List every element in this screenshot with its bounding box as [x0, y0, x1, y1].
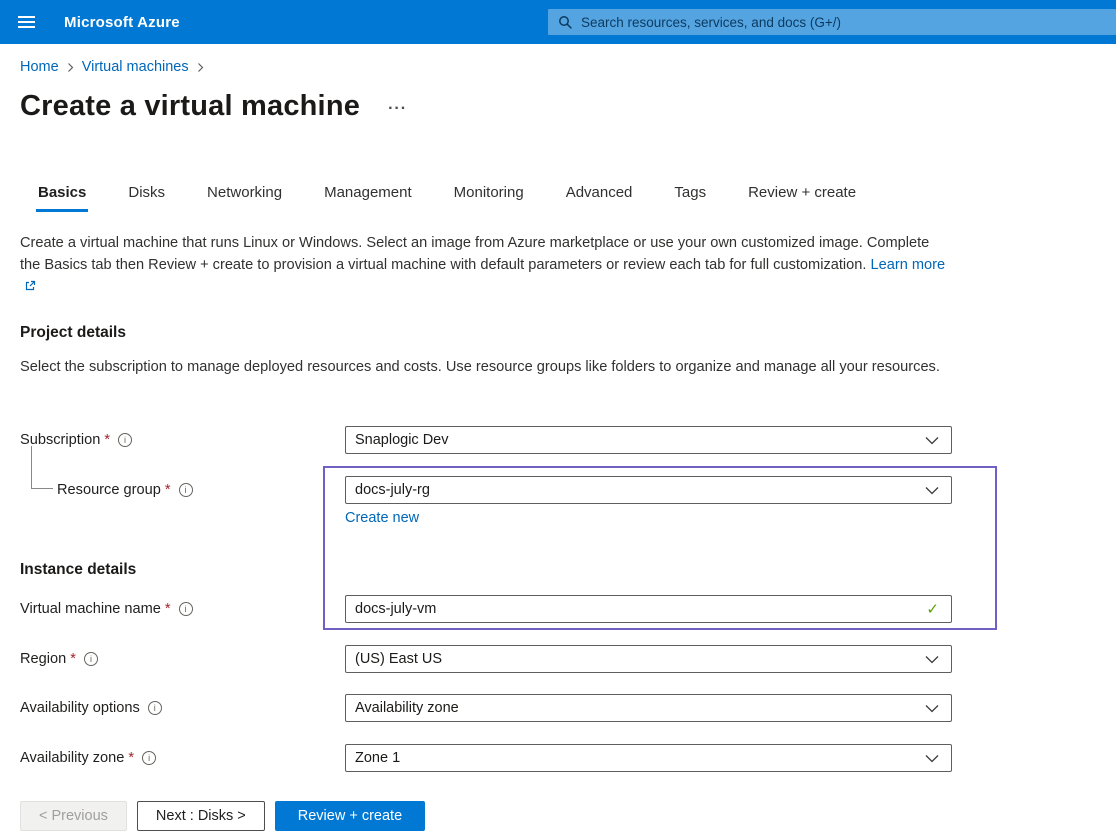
- subscription-field-col: Snaplogic Dev: [345, 426, 952, 454]
- availability-zone-field-col: Zone 1: [345, 744, 952, 772]
- brand-title: Microsoft Azure: [64, 14, 180, 31]
- project-details-heading: Project details: [20, 324, 126, 342]
- next-disks-button[interactable]: Next : Disks >: [137, 801, 265, 831]
- required-asterisk: *: [104, 432, 110, 448]
- info-icon[interactable]: i: [179, 602, 193, 616]
- subscription-row: Subscription * i Snaplogic Dev: [20, 426, 952, 454]
- tab-networking[interactable]: Networking: [205, 184, 284, 212]
- wizard-tabs: Basics Disks Networking Management Monit…: [36, 184, 858, 212]
- main-content: Home Virtual machines Create a virtual m…: [0, 44, 1116, 840]
- tab-review-create[interactable]: Review + create: [746, 184, 858, 212]
- vm-name-label: Virtual machine name * i: [20, 601, 345, 617]
- vm-name-field: ✓: [345, 595, 952, 623]
- instance-details-heading: Instance details: [20, 561, 136, 579]
- tab-basics[interactable]: Basics: [36, 184, 88, 212]
- tab-management[interactable]: Management: [322, 184, 414, 212]
- chevron-down-icon: [925, 655, 939, 664]
- tab-tags[interactable]: Tags: [672, 184, 708, 212]
- resource-group-label-text: Resource group: [57, 482, 161, 498]
- info-icon[interactable]: i: [179, 483, 193, 497]
- availability-options-label: Availability options i: [20, 700, 345, 716]
- resource-group-field-col: docs-july-rg: [345, 476, 952, 504]
- availability-options-select-value: Availability zone: [355, 700, 459, 716]
- search-input[interactable]: [581, 15, 1106, 30]
- required-asterisk: *: [70, 651, 76, 667]
- chevron-down-icon: [925, 704, 939, 713]
- intro-text: Create a virtual machine that runs Linux…: [20, 232, 950, 299]
- create-new-link[interactable]: Create new: [345, 510, 419, 526]
- subscription-select[interactable]: Snaplogic Dev: [345, 426, 952, 454]
- previous-button[interactable]: < Previous: [20, 801, 127, 831]
- chevron-down-icon: [925, 436, 939, 445]
- chevron-down-icon: [925, 486, 939, 495]
- chevron-right-icon: [197, 62, 204, 73]
- wizard-footer: < Previous Next : Disks > Review + creat…: [20, 801, 425, 831]
- resource-group-label: Resource group * i: [20, 482, 345, 498]
- vm-name-input[interactable]: [355, 601, 926, 617]
- required-asterisk: *: [165, 601, 171, 617]
- chevron-down-icon: [925, 754, 939, 763]
- info-icon[interactable]: i: [142, 751, 156, 765]
- info-icon[interactable]: i: [84, 652, 98, 666]
- availability-zone-select[interactable]: Zone 1: [345, 744, 952, 772]
- tab-monitoring[interactable]: Monitoring: [452, 184, 526, 212]
- vm-name-field-col: ✓: [345, 595, 952, 623]
- vm-name-row: Virtual machine name * i ✓: [20, 595, 952, 623]
- title-ellipsis: ···: [388, 100, 407, 123]
- availability-options-field-col: Availability zone: [345, 694, 952, 722]
- vm-name-label-text: Virtual machine name: [20, 601, 161, 617]
- breadcrumb: Home Virtual machines: [20, 59, 204, 75]
- region-select[interactable]: (US) East US: [345, 645, 952, 673]
- review-create-button[interactable]: Review + create: [275, 801, 425, 831]
- region-label: Region * i: [20, 651, 345, 667]
- learn-more-link[interactable]: Learn more: [871, 257, 946, 273]
- project-details-description: Select the subscription to manage deploy…: [20, 356, 950, 378]
- menu-button[interactable]: [0, 0, 52, 44]
- breadcrumb-virtual-machines[interactable]: Virtual machines: [82, 59, 189, 75]
- title-row: Create a virtual machine ···: [20, 90, 407, 123]
- azure-top-bar: Microsoft Azure: [0, 0, 1116, 44]
- subscription-label: Subscription * i: [20, 432, 345, 448]
- availability-options-label-text: Availability options: [20, 700, 140, 716]
- availability-zone-label: Availability zone * i: [20, 750, 345, 766]
- tab-disks[interactable]: Disks: [126, 184, 167, 212]
- required-asterisk: *: [128, 750, 134, 766]
- tab-advanced[interactable]: Advanced: [564, 184, 635, 212]
- intro-text-body: Create a virtual machine that runs Linux…: [20, 235, 929, 273]
- availability-zone-row: Availability zone * i Zone 1: [20, 744, 952, 772]
- external-link-icon: [24, 277, 36, 299]
- info-icon[interactable]: i: [148, 701, 162, 715]
- availability-zone-label-text: Availability zone: [20, 750, 124, 766]
- search-icon: [558, 15, 573, 30]
- page-title: Create a virtual machine: [20, 90, 360, 123]
- availability-zone-select-value: Zone 1: [355, 750, 400, 766]
- region-label-text: Region: [20, 651, 66, 667]
- breadcrumb-home[interactable]: Home: [20, 59, 59, 75]
- region-row: Region * i (US) East US: [20, 645, 952, 673]
- availability-options-select[interactable]: Availability zone: [345, 694, 952, 722]
- region-field-col: (US) East US: [345, 645, 952, 673]
- region-select-value: (US) East US: [355, 651, 442, 667]
- subscription-select-value: Snaplogic Dev: [355, 432, 449, 448]
- global-search[interactable]: [548, 9, 1116, 35]
- info-icon[interactable]: i: [118, 433, 132, 447]
- resource-group-row: Resource group * i docs-july-rg: [20, 476, 952, 504]
- valid-check-icon: ✓: [926, 600, 939, 618]
- resource-group-select[interactable]: docs-july-rg: [345, 476, 952, 504]
- required-asterisk: *: [165, 482, 171, 498]
- hamburger-icon: [18, 16, 35, 28]
- availability-options-row: Availability options i Availability zone: [20, 694, 952, 722]
- resource-group-select-value: docs-july-rg: [355, 482, 430, 498]
- chevron-right-icon: [67, 62, 74, 73]
